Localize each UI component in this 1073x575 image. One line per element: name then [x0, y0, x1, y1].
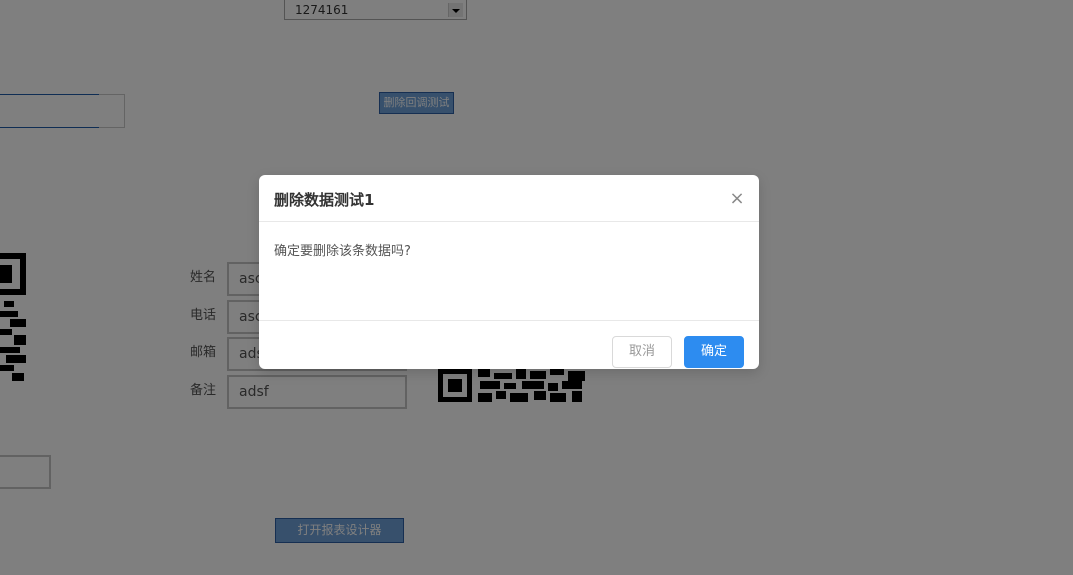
confirm-button[interactable]: 确定	[684, 336, 744, 368]
dialog-message: 确定要删除该条数据吗?	[274, 244, 411, 259]
close-icon[interactable]: ×	[727, 189, 747, 209]
dialog-title: 删除数据测试1	[274, 191, 375, 209]
cancel-button[interactable]: 取消	[612, 336, 672, 368]
dialog-footer: 取消 确定	[259, 321, 759, 369]
delete-confirm-dialog: 删除数据测试1 × 确定要删除该条数据吗? 取消 确定	[259, 175, 759, 369]
dialog-header: 删除数据测试1 ×	[259, 175, 759, 222]
dialog-body: 确定要删除该条数据吗?	[259, 222, 759, 321]
